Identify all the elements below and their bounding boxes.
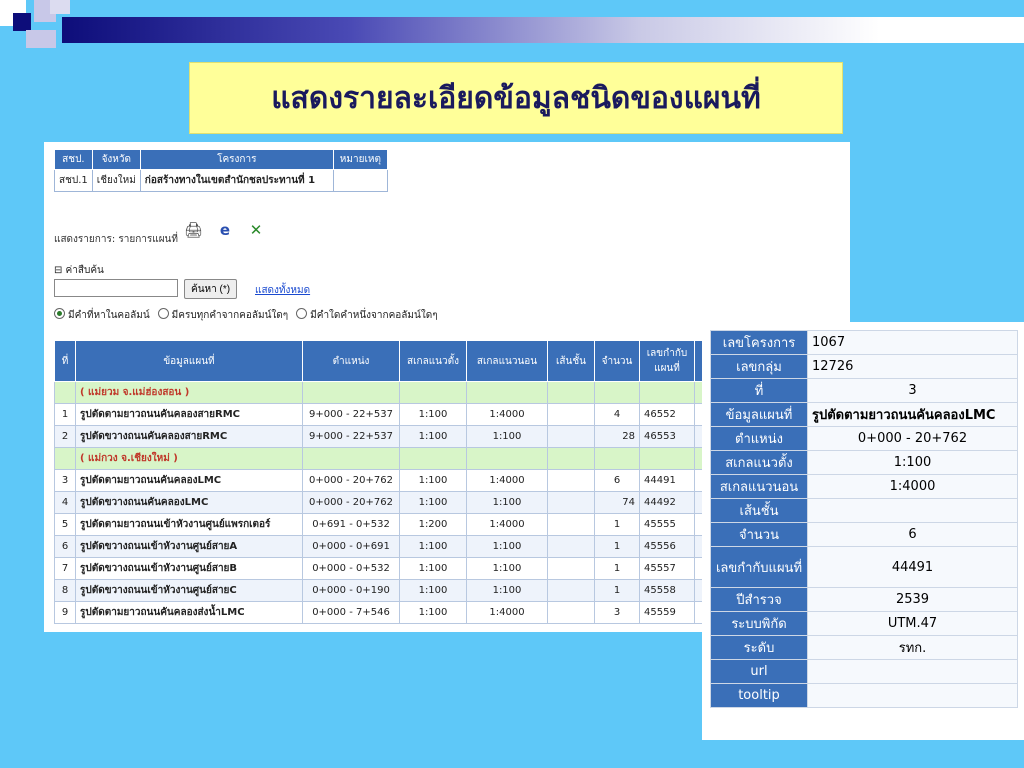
search-option[interactable]: มีคำใดคำหนึ่งจากคอลัมน์ใดๆ <box>296 308 438 323</box>
slide-title-box: แสดงรายละเอียดข้อมูลชนิดของแผนที่ <box>189 62 843 134</box>
table-row[interactable]: 1 รูปตัดตามยาวถนนคันคลองสายRMC 9+000 - 2… <box>54 403 708 426</box>
detail-value: 2539 <box>807 587 1018 612</box>
search-label: ⊟ ค่าสืบค้น <box>54 265 104 276</box>
project-cell: ก่อสร้างทางในเขตสำนักชลประทานที่ 1 <box>139 169 334 192</box>
project-table: สชป. จังหวัด โครงการ หมายเหตุ สชป.1 เชีย… <box>54 149 388 192</box>
detail-value: 12726 <box>807 354 1018 379</box>
detail-label: url <box>710 659 808 684</box>
project-col-header: จังหวัด <box>91 149 141 170</box>
slide-title: แสดงรายละเอียดข้อมูลชนิดของแผนที่ <box>271 80 761 116</box>
excel-icon[interactable]: ✕ <box>247 222 265 238</box>
table-row[interactable]: 4 รูปตัดขวางถนนคันคลองLMC 0+000 - 20+762… <box>54 491 708 514</box>
detail-label: ปีสำรวจ <box>710 587 808 612</box>
table-row[interactable]: 5 รูปตัดตามยาวถนนเข้าหัวงานศูนย์แพรกเตอร… <box>54 513 708 536</box>
detail-value: 44491 <box>807 546 1018 588</box>
project-col-header: โครงการ <box>139 149 334 170</box>
detail-label: เลขกำกับแผนที่ <box>710 546 808 588</box>
map-col-header: ที่ <box>54 340 76 382</box>
detail-value: 6 <box>807 522 1018 547</box>
map-col-header: ตำแหน่ง <box>302 340 400 382</box>
detail-value: 1:4000 <box>807 474 1018 499</box>
detail-value: 1067 <box>807 330 1018 355</box>
detail-label: ระดับ <box>710 635 808 660</box>
detail-label: ระบบพิกัด <box>710 611 808 636</box>
detail-label: ตำแหน่ง <box>710 426 808 451</box>
search-button[interactable]: ค้นหา (*) <box>184 279 238 299</box>
group-label: ( แม่ยวม จ.แม่ฮ่องสอน ) <box>75 381 303 404</box>
map-col-header: เลขกำกับแผนที่ <box>639 340 695 382</box>
map-col-header: ข้อมูลแผนที่ <box>75 340 303 382</box>
project-cell <box>332 169 388 192</box>
detail-label: tooltip <box>710 683 808 708</box>
search-option[interactable]: มีคำที่หาในคอลัมน์ <box>54 308 150 323</box>
detail-value: UTM.47 <box>807 611 1018 636</box>
map-detail-panel: เลขโครงการ 1067 เลขกลุ่ม 12726 ที่ 3 ข้อมูล… <box>702 322 1024 740</box>
detail-label: สเกลแนวตั้ง <box>710 450 808 475</box>
group-row: ( แม่กวง จ.เชียงใหม่ ) <box>54 447 708 470</box>
top-gradient-bar <box>62 17 1024 43</box>
detail-value <box>807 498 1018 523</box>
print-icon[interactable]: 🖨 <box>184 222 203 238</box>
browser-icon[interactable]: e <box>216 222 234 238</box>
table-row[interactable]: 8 รูปตัดขวางถนนเข้าหัวงานศูนย์สายC 0+000… <box>54 579 708 602</box>
detail-label: ที่ <box>710 378 808 403</box>
group-row: ( แม่ยวม จ.แม่ฮ่องสอน ) <box>54 381 708 404</box>
radio-selected-icon <box>54 308 65 319</box>
detail-value: 0+000 - 20+762 <box>807 426 1018 451</box>
table-row[interactable]: 7 รูปตัดขวางถนนเข้าหัวงานศูนย์สายB 0+000… <box>54 557 708 580</box>
table-row[interactable]: 9 รูปตัดตามยาวถนนคันคลองส่งน้ำLMC 0+000 … <box>54 601 708 624</box>
detail-value: 1:100 <box>807 450 1018 475</box>
detail-label: ข้อมูลแผนที่ <box>710 402 808 427</box>
map-col-header: จำนวน <box>594 340 640 382</box>
group-label: ( แม่กวง จ.เชียงใหม่ ) <box>75 447 303 470</box>
show-all-link[interactable]: แสดงทั้งหมด <box>255 283 310 298</box>
search-option[interactable]: มีครบทุกคำจากคอลัมน์ใดๆ <box>157 308 288 323</box>
search-input[interactable] <box>54 279 178 297</box>
detail-label: เลขกลุ่ม <box>710 354 808 379</box>
detail-value: รทก. <box>807 635 1018 660</box>
detail-value <box>807 683 1018 708</box>
table-row[interactable]: 6 รูปตัดขวางถนนเข้าหัวงานศูนย์สายA 0+000… <box>54 535 708 558</box>
radio-icon <box>296 308 308 319</box>
map-col-header: สเกลแนวนอน <box>466 340 548 382</box>
table-row[interactable]: 2 รูปตัดขวางถนนคันคลองสายRMC 9+000 - 22+… <box>54 425 708 448</box>
project-cell: เชียงใหม่ <box>91 169 141 192</box>
detail-value: 3 <box>807 378 1018 403</box>
detail-label: เส้นชั้น <box>710 498 808 523</box>
detail-value: รูปตัดตามยาวถนนคันคลองLMC <box>807 402 1018 427</box>
map-table: ที่ ข้อมูลแผนที่ ตำแหน่ง สเกลแนวตั้ง สเก… <box>54 340 708 624</box>
project-cell: สชป.1 <box>54 169 93 192</box>
list-label: แสดงรายการ: รายการแผนที่ <box>54 234 178 245</box>
detail-value <box>807 659 1018 684</box>
detail-label: เลขโครงการ <box>710 330 808 355</box>
project-col-header: หมายเหตุ <box>332 149 388 170</box>
map-col-header: สเกลแนวตั้ง <box>399 340 467 382</box>
project-col-header: สชป. <box>54 149 93 170</box>
table-row[interactable]: 3 รูปตัดตามยาวถนนคันคลองLMC 0+000 - 20+7… <box>54 469 708 492</box>
detail-table: เลขโครงการ 1067 เลขกลุ่ม 12726 ที่ 3 ข้อมูล… <box>710 330 1018 708</box>
map-col-header: เส้นชั้น <box>547 340 595 382</box>
search-options: มีคำที่หาในคอลัมน์ มีครบทุกคำจากคอลัมน์ใ… <box>54 308 438 323</box>
detail-label: สเกลแนวนอน <box>710 474 808 499</box>
detail-label: จำนวน <box>710 522 808 547</box>
radio-icon <box>157 308 169 319</box>
